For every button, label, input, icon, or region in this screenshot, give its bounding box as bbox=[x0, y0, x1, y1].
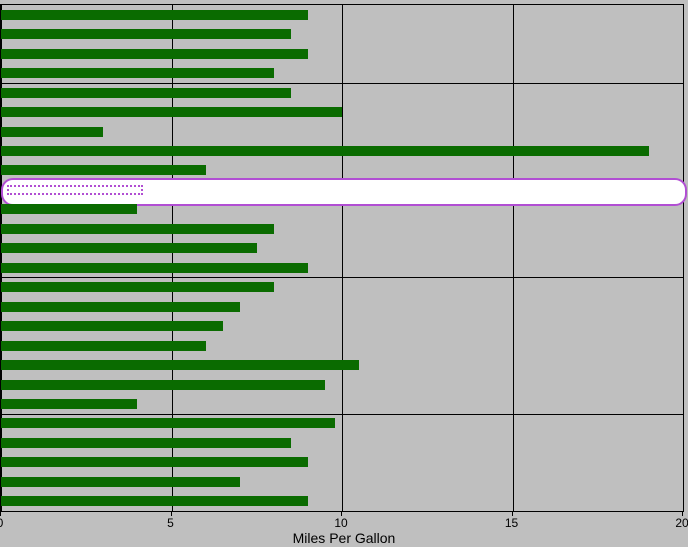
bar bbox=[1, 457, 308, 467]
x-tick-label: 5 bbox=[167, 516, 174, 530]
bar bbox=[1, 68, 274, 78]
bar bbox=[1, 243, 257, 253]
bar bbox=[1, 127, 103, 137]
bar bbox=[1, 88, 291, 98]
plot-area bbox=[0, 4, 684, 512]
gridline-v bbox=[172, 5, 173, 511]
bar bbox=[1, 165, 206, 175]
gridline-v bbox=[342, 5, 343, 511]
bar bbox=[1, 399, 137, 409]
bar bbox=[1, 10, 308, 20]
highlight-dotted bbox=[7, 185, 143, 195]
bar bbox=[1, 477, 240, 487]
x-tick-label: 20 bbox=[675, 516, 688, 530]
bar bbox=[1, 146, 649, 156]
y-tick bbox=[0, 414, 1, 415]
bar bbox=[1, 204, 137, 214]
gridline-v bbox=[513, 5, 514, 511]
bar bbox=[1, 321, 223, 331]
mpg-bar-chart: 0 5 10 15 20 Miles Per Gallon bbox=[0, 0, 688, 547]
x-axis: 05101520 bbox=[0, 512, 684, 532]
bar bbox=[1, 302, 240, 312]
gridline-h bbox=[1, 83, 683, 84]
bar bbox=[1, 438, 291, 448]
bar bbox=[1, 360, 359, 370]
y-tick bbox=[0, 83, 1, 84]
bar bbox=[1, 49, 308, 59]
y-tick bbox=[0, 277, 1, 278]
bar bbox=[1, 418, 335, 428]
bar bbox=[1, 380, 325, 390]
bar bbox=[1, 224, 274, 234]
x-tick-label: 10 bbox=[334, 516, 347, 530]
bar bbox=[1, 282, 274, 292]
bar bbox=[1, 496, 308, 506]
bar bbox=[1, 29, 291, 39]
x-axis-label: Miles Per Gallon bbox=[0, 530, 688, 546]
bar bbox=[1, 107, 342, 117]
bar bbox=[1, 263, 308, 273]
gridline-v bbox=[683, 5, 684, 511]
gridline-h bbox=[1, 414, 683, 415]
x-tick-label: 0 bbox=[0, 516, 3, 530]
x-tick-label: 15 bbox=[505, 516, 518, 530]
gridline-h bbox=[1, 277, 683, 278]
gridline-v bbox=[1, 5, 2, 511]
bar bbox=[1, 341, 206, 351]
